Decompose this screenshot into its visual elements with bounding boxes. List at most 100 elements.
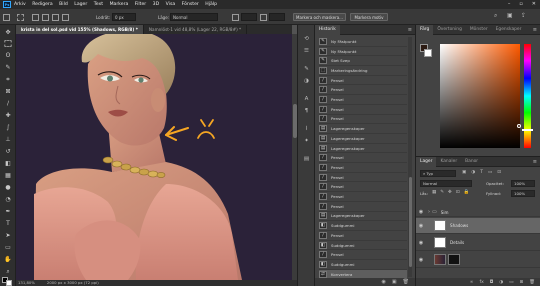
character-panel-icon[interactable]: A: [302, 95, 311, 103]
blend-mode-select[interactable]: Normal: [420, 180, 472, 187]
path-select-tool-icon[interactable]: ➤: [3, 231, 13, 240]
lock-position-icon[interactable]: ✥: [448, 190, 452, 195]
filter-adjustment-icon[interactable]: ◑: [471, 170, 475, 177]
brush-tool-icon[interactable]: ∫: [3, 123, 13, 132]
libraries-panel-icon[interactable]: ▤: [302, 155, 311, 163]
select-subject-button[interactable]: Markera motiv: [350, 12, 388, 21]
history-item[interactable]: ⬚ Markeringsändring: [319, 66, 407, 76]
history-item[interactable]: ∕ Pensel: [319, 163, 407, 173]
history-item[interactable]: ✎ Ny Fästpunkt: [319, 47, 407, 57]
menu-3d[interactable]: 3D: [153, 2, 159, 7]
history-item[interactable]: ∕ Pensel: [319, 231, 407, 241]
feather-input[interactable]: 0 px: [112, 13, 136, 21]
maximize-icon[interactable]: ▫: [519, 1, 522, 7]
menu-layer[interactable]: Lager: [74, 2, 87, 7]
menu-file[interactable]: Arkiv: [14, 2, 26, 7]
history-item[interactable]: ✎ Ny Fästpunkt: [319, 37, 407, 47]
color-panel-menu-icon[interactable]: ≡: [533, 27, 537, 33]
tab-properties[interactable]: Egenskaper: [492, 25, 526, 35]
layer-row-shadows[interactable]: ◉ Shadows: [416, 218, 540, 234]
home-icon[interactable]: [3, 13, 10, 21]
eyedropper-tool-icon[interactable]: ∕: [3, 99, 13, 108]
marquee-preset-icon[interactable]: [17, 13, 24, 21]
mode-select[interactable]: Normal: [170, 13, 218, 21]
history-item[interactable]: ∕ Pensel: [319, 105, 407, 115]
move-tool-icon[interactable]: ✥: [3, 28, 13, 37]
tab-history[interactable]: Historik: [315, 24, 340, 35]
styles-panel-icon[interactable]: ✦: [302, 137, 311, 145]
lock-all-icon[interactable]: 🔒: [464, 190, 470, 195]
eye-icon[interactable]: ◉: [416, 223, 426, 229]
properties-panel-icon[interactable]: ☰: [302, 47, 311, 55]
search-icon[interactable]: ⌕: [494, 12, 501, 19]
lasso-tool-icon[interactable]: ʘ: [3, 51, 13, 60]
hue-slider[interactable]: [524, 44, 531, 148]
workspace-icon[interactable]: ▣: [507, 12, 514, 19]
history-panel-icon[interactable]: ⟲: [302, 35, 311, 43]
history-item[interactable]: ▤ Lageregenskaper: [319, 134, 407, 144]
eye-icon[interactable]: ◉: [416, 240, 426, 246]
frame-tool-icon[interactable]: ⊠: [3, 87, 13, 96]
history-item[interactable]: ∕ Pensel: [319, 202, 407, 212]
tab-layers[interactable]: Lager: [416, 156, 437, 167]
history-item[interactable]: ∕ Pensel: [319, 115, 407, 125]
menu-type[interactable]: Text: [94, 2, 103, 7]
history-item[interactable]: ▤ Lageregenskaper: [319, 212, 407, 222]
history-item[interactable]: ∕ Pensel: [319, 183, 407, 193]
eye-icon[interactable]: ◉: [416, 209, 426, 215]
intersect-selection-icon[interactable]: [62, 13, 69, 21]
history-item[interactable]: ◧ Suddgummi: [319, 221, 407, 231]
snapshot-icon[interactable]: ◉: [382, 279, 386, 285]
tab-gradient[interactable]: Övertoning: [433, 25, 466, 35]
adjustments-panel-icon[interactable]: ◑: [302, 77, 311, 85]
chevron-down-icon[interactable]: ›: [428, 209, 430, 215]
tab-channels[interactable]: Kanaler: [436, 157, 461, 167]
trash-icon[interactable]: 🗑: [529, 280, 535, 285]
folder-icon[interactable]: ▭: [509, 280, 513, 285]
select-and-mask-button[interactable]: Markera och maskera...: [293, 12, 346, 21]
opacity-input[interactable]: 100%: [511, 180, 535, 187]
dodge-tool-icon[interactable]: ◔: [3, 195, 13, 204]
history-item[interactable]: ∕ Pensel: [319, 95, 407, 105]
clone-stamp-tool-icon[interactable]: ⊥: [3, 135, 13, 144]
layer-row-details[interactable]: ◉ Details: [416, 235, 540, 251]
blur-tool-icon[interactable]: ●: [3, 183, 13, 192]
lock-transparent-icon[interactable]: ▦: [432, 190, 436, 195]
tab-patterns[interactable]: Mönster: [466, 25, 492, 35]
history-item[interactable]: ∕ Pensel: [319, 76, 407, 86]
menu-edit[interactable]: Redigera: [32, 2, 52, 7]
tab-untitled-doc[interactable]: Namnlöst-1 vid 48,8% (Lager 22, RGB/8#) …: [144, 25, 248, 34]
layer-row-base[interactable]: ◉: [416, 252, 540, 268]
history-item[interactable]: ∕ Pensel: [319, 153, 407, 164]
menu-filter[interactable]: Filter: [135, 2, 146, 7]
hue-slider-handle[interactable]: [522, 129, 533, 131]
pen-tool-icon[interactable]: ✒: [3, 207, 13, 216]
minimize-icon[interactable]: –: [508, 1, 511, 7]
fill-input[interactable]: 100%: [511, 190, 535, 197]
width-icon[interactable]: [232, 13, 239, 21]
subtract-selection-icon[interactable]: [52, 13, 59, 21]
history-brush-tool-icon[interactable]: ↺: [3, 147, 13, 156]
tab-paths[interactable]: Banor: [461, 157, 482, 167]
type-tool-icon[interactable]: T: [3, 219, 13, 228]
add-selection-icon[interactable]: [42, 13, 49, 21]
lock-artboard-icon[interactable]: ⊡: [456, 190, 460, 195]
share-icon[interactable]: ⇪: [521, 12, 528, 19]
link-icon[interactable]: ∞: [470, 280, 474, 285]
filter-shape-icon[interactable]: ▭: [488, 170, 492, 177]
menu-window[interactable]: Fönster: [182, 2, 199, 7]
background-swatch[interactable]: [424, 49, 432, 57]
height-input[interactable]: [269, 13, 285, 21]
menu-help[interactable]: Hjälp: [205, 2, 217, 7]
mask-icon[interactable]: ◘: [490, 280, 494, 285]
crop-tool-icon[interactable]: ⌗: [3, 75, 13, 84]
shape-tool-icon[interactable]: ▭: [3, 243, 13, 252]
paths-panel-icon[interactable]: ⌇: [302, 125, 311, 133]
trash-icon[interactable]: 🗑: [403, 279, 409, 285]
saturation-value-field[interactable]: [440, 44, 520, 148]
hand-tool-icon[interactable]: ✋: [3, 255, 13, 264]
gradient-tool-icon[interactable]: ▦: [3, 171, 13, 180]
swap-icon[interactable]: [260, 13, 267, 21]
paragraph-panel-icon[interactable]: ¶: [302, 107, 311, 115]
layer-row-group[interactable]: ◉ › ▭ Sim: [416, 208, 540, 217]
